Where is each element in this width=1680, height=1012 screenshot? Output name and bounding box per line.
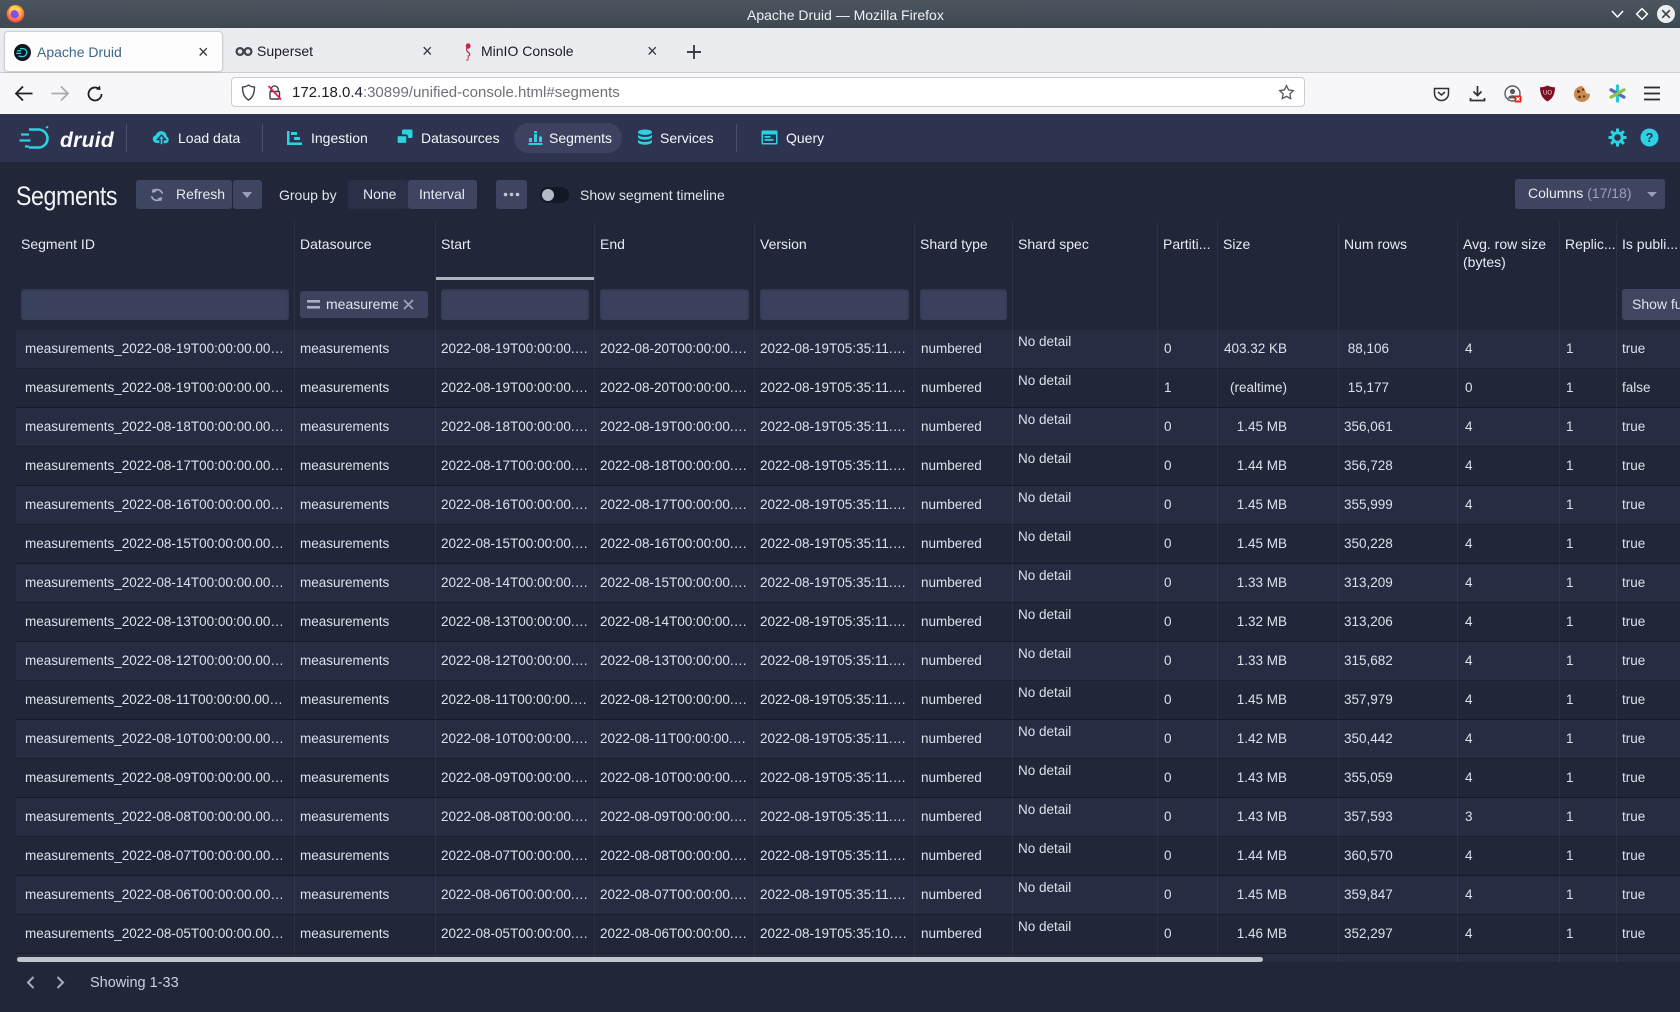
svg-text:UO: UO — [1543, 91, 1552, 97]
svg-text:?: ? — [1646, 130, 1654, 145]
